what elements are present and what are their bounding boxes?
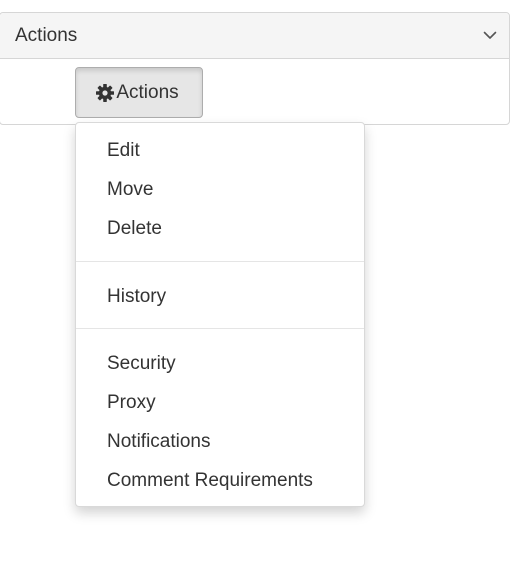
actions-button-label: Actions — [116, 81, 179, 103]
menu-item-security[interactable]: Security — [76, 344, 364, 383]
menu-divider — [76, 261, 364, 262]
actions-button[interactable]: Actions — [75, 67, 203, 118]
panel-title: Actions — [15, 24, 78, 46]
chevron-down-icon[interactable] — [481, 27, 499, 45]
menu-item-history[interactable]: History — [76, 277, 364, 316]
menu-item-proxy[interactable]: Proxy — [76, 383, 364, 422]
menu-divider — [76, 328, 364, 329]
panel-header[interactable]: Actions — [0, 13, 509, 59]
menu-item-move[interactable]: Move — [76, 170, 364, 209]
actions-dropdown-menu: Edit Move Delete History Security Proxy … — [75, 122, 365, 507]
gear-icon — [95, 83, 115, 103]
menu-item-delete[interactable]: Delete — [76, 209, 364, 248]
menu-item-notifications[interactable]: Notifications — [76, 422, 364, 461]
menu-item-comment-requirements[interactable]: Comment Requirements — [76, 461, 364, 500]
menu-item-edit[interactable]: Edit — [76, 131, 364, 170]
